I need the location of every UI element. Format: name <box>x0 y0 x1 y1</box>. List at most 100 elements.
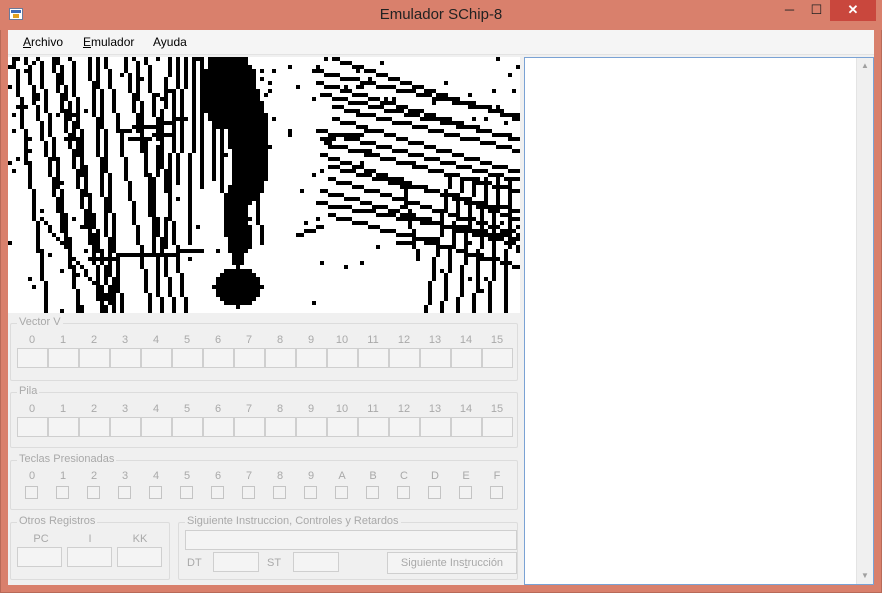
pila-field-7[interactable] <box>234 417 265 437</box>
key-checkbox-3[interactable] <box>118 486 131 499</box>
key-checkbox-6[interactable] <box>211 486 224 499</box>
key-label-4: 4 <box>152 470 160 482</box>
pc-field[interactable] <box>17 547 62 567</box>
key-checkbox-10[interactable] <box>335 486 348 499</box>
scroll-up-arrow-icon[interactable]: ▲ <box>857 58 873 74</box>
key-checkbox-9[interactable] <box>304 486 317 499</box>
scroll-down-arrow-icon[interactable]: ▼ <box>857 568 873 584</box>
display-pixel-run <box>352 221 368 225</box>
vector-v-field-4[interactable] <box>141 348 172 368</box>
vector-v-field-14[interactable] <box>451 348 482 368</box>
display-pixel-run <box>396 89 416 93</box>
vector-v-field-5[interactable] <box>172 348 203 368</box>
vertical-scrollbar[interactable]: ▲ ▼ <box>856 58 873 584</box>
close-button[interactable]: ✕ <box>830 0 876 21</box>
pila-field-13[interactable] <box>420 417 451 437</box>
vector-v-field-1[interactable] <box>48 348 79 368</box>
display-pixel-run <box>224 213 248 217</box>
vector-v-field-3[interactable] <box>110 348 141 368</box>
display-pixel-run <box>200 157 204 161</box>
display-pixel-run <box>484 177 488 181</box>
display-pixel-run <box>456 165 472 169</box>
menu-archivo[interactable]: Archivo <box>23 35 63 49</box>
pila-field-4[interactable] <box>141 417 172 437</box>
vector-v-field-2[interactable] <box>79 348 110 368</box>
pila-field-5[interactable] <box>172 417 203 437</box>
pila-field-15[interactable] <box>482 417 513 437</box>
instruction-field[interactable] <box>185 530 517 550</box>
vector-v-field-7[interactable] <box>234 348 265 368</box>
minimize-button[interactable]: ─ <box>776 0 803 21</box>
vector-v-field-12[interactable] <box>389 348 420 368</box>
key-checkbox-4[interactable] <box>149 486 162 499</box>
display-pixel-run <box>464 237 468 241</box>
key-checkbox-11[interactable] <box>366 486 379 499</box>
display-pixel-run <box>20 109 24 113</box>
display-pixel-run <box>140 149 148 153</box>
display-pixel-run <box>260 225 264 229</box>
pila-field-6[interactable] <box>203 417 234 437</box>
pila-field-10[interactable] <box>327 417 358 437</box>
display-pixel-run <box>388 181 412 185</box>
display-pixel-run <box>412 237 440 241</box>
display-pixel-run <box>172 297 176 301</box>
siguiente-instruccion-button[interactable]: Siguiente Instrucción <box>387 552 517 574</box>
pila-field-14[interactable] <box>451 417 482 437</box>
vector-v-field-8[interactable] <box>265 348 296 368</box>
vector-v-field-0[interactable] <box>17 348 48 368</box>
display-pixel-run <box>72 77 76 81</box>
i-field[interactable] <box>67 547 112 567</box>
menu-emulador[interactable]: Emulador <box>83 35 134 49</box>
pila-field-2[interactable] <box>79 417 110 437</box>
key-checkbox-1[interactable] <box>56 486 69 499</box>
st-field[interactable] <box>293 552 339 572</box>
key-checkbox-14[interactable] <box>459 486 472 499</box>
display-pixel-run <box>164 181 172 185</box>
title-bar[interactable]: Emulador SChip-8 ─ ☐ ✕ <box>0 0 882 30</box>
display-pixel-run <box>56 89 60 93</box>
dt-field[interactable] <box>213 552 259 572</box>
display-pixel-run <box>148 177 156 181</box>
display-pixel-run <box>60 193 64 197</box>
key-checkbox-5[interactable] <box>180 486 193 499</box>
maximize-button[interactable]: ☐ <box>803 0 830 21</box>
key-checkbox-7[interactable] <box>242 486 255 499</box>
display-pixel-run <box>436 93 448 97</box>
key-checkbox-2[interactable] <box>87 486 100 499</box>
pila-field-9[interactable] <box>296 417 327 437</box>
kk-field[interactable] <box>117 547 162 567</box>
pila-field-1[interactable] <box>48 417 79 437</box>
display-pixel-run <box>220 137 224 141</box>
display-pixel-run <box>468 205 472 209</box>
display-pixel-run <box>380 61 384 65</box>
vector-v-field-11[interactable] <box>358 348 389 368</box>
key-checkbox-8[interactable] <box>273 486 286 499</box>
display-pixel-run <box>440 305 444 309</box>
vector-v-field-15[interactable] <box>482 348 513 368</box>
vector-v-field-9[interactable] <box>296 348 327 368</box>
display-pixel-run <box>44 297 48 301</box>
display-pixel-run <box>224 201 252 205</box>
vector-v-field-6[interactable] <box>203 348 234 368</box>
display-pixel-run <box>24 137 32 141</box>
key-checkbox-0[interactable] <box>25 486 38 499</box>
display-pixel-run <box>296 85 300 89</box>
key-checkbox-15[interactable] <box>490 486 503 499</box>
key-checkbox-13[interactable] <box>428 486 441 499</box>
log-panel[interactable]: ▲ ▼ <box>524 57 874 585</box>
display-pixel-run <box>16 93 20 97</box>
display-pixel-run <box>128 85 132 89</box>
vector-v-field-13[interactable] <box>420 348 451 368</box>
display-pixel-run <box>516 249 520 253</box>
display-pixel-run <box>312 97 316 101</box>
pila-field-12[interactable] <box>389 417 420 437</box>
pila-field-3[interactable] <box>110 417 141 437</box>
display-pixel-run <box>212 141 216 145</box>
menu-ayuda[interactable]: Ayuda <box>153 35 187 49</box>
pila-field-0[interactable] <box>17 417 48 437</box>
key-checkbox-12[interactable] <box>397 486 410 499</box>
pila-field-11[interactable] <box>358 417 389 437</box>
display-pixel-run <box>512 117 520 121</box>
pila-field-8[interactable] <box>265 417 296 437</box>
vector-v-field-10[interactable] <box>327 348 358 368</box>
